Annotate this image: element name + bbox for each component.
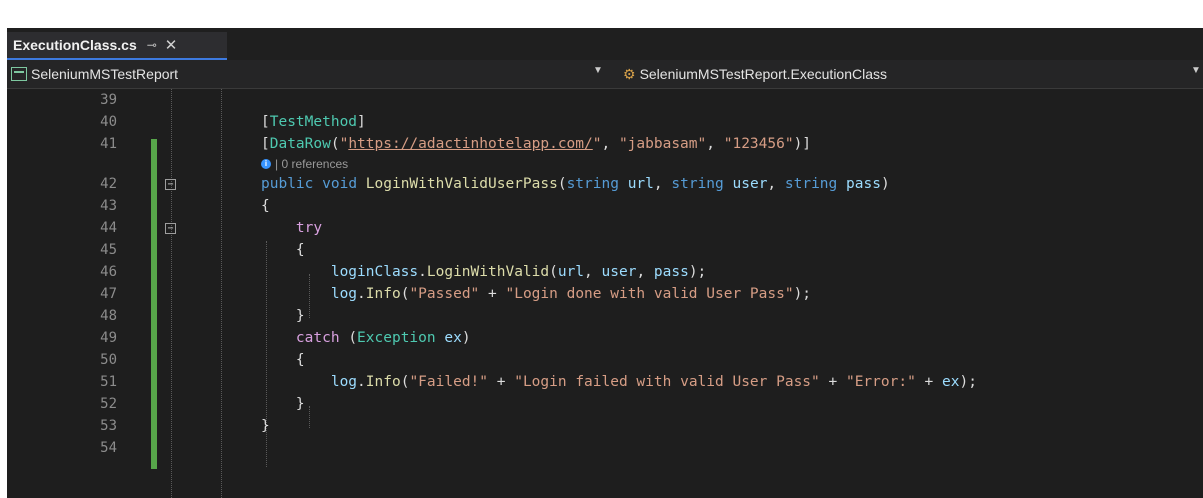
pin-icon[interactable]: ⊸: [147, 38, 157, 52]
line-number: 53: [100, 418, 117, 434]
line-number: 49: [100, 330, 117, 346]
project-dropdown[interactable]: SeleniumMSTestReport: [11, 64, 178, 84]
tab-execution-class[interactable]: ExecutionClass.cs ⊸ ✕: [7, 32, 227, 60]
project-name: SeleniumMSTestReport: [31, 66, 179, 82]
class-icon: ⚙: [623, 65, 636, 82]
line-number: 41: [100, 136, 117, 152]
code-line: 54: [7, 437, 1203, 459]
code-line: 47 log.Info("Passed" + "Login done with …: [7, 283, 1203, 305]
code-text: }: [295, 308, 305, 324]
code-text: {: [295, 242, 305, 258]
line-number: 51: [100, 374, 117, 390]
info-icon: i: [261, 159, 271, 169]
code-text: loginClass.LoginWithValid(url, user, pas…: [330, 264, 707, 280]
line-number: 44: [100, 220, 117, 236]
code-text: }: [261, 418, 270, 434]
code-line: 45 {: [7, 239, 1203, 261]
tab-title: ExecutionClass.cs: [13, 37, 137, 53]
collapse-icon[interactable]: −: [165, 223, 176, 234]
code-text: catch (Exception ex): [295, 330, 471, 346]
line-number: 43: [100, 198, 117, 214]
code-line: 52 }: [7, 393, 1203, 415]
code-line: 51 log.Info("Failed!" + "Login failed wi…: [7, 371, 1203, 393]
collapse-icon[interactable]: −: [165, 179, 176, 190]
code-line: 53 }: [7, 415, 1203, 437]
line-number: 52: [100, 396, 117, 412]
code-line: 50 {: [7, 349, 1203, 371]
code-text: {: [295, 352, 305, 368]
class-dropdown[interactable]: ⚙ SeleniumMSTestReport.ExecutionClass: [623, 64, 887, 84]
code-text: [DataRow("https://adactinhotelapp.com/",…: [261, 136, 812, 152]
code-line: 40 [TestMethod]: [7, 111, 1203, 133]
code-line: 49 catch (Exception ex): [7, 327, 1203, 349]
code-text: log.Info("Failed!" + "Login failed with …: [330, 374, 977, 390]
url-link[interactable]: https://adactinhotelapp.com/: [348, 136, 592, 152]
code-text: log.Info("Passed" + "Login done with val…: [330, 286, 812, 302]
code-text: try: [295, 220, 323, 236]
codelens-references[interactable]: i | 0 references: [261, 155, 348, 173]
project-icon: [11, 67, 27, 81]
line-number: 54: [100, 440, 117, 456]
code-line: 42 − public void LoginWithValidUserPass(…: [7, 173, 1203, 195]
line-number: 42: [100, 176, 117, 192]
code-editor[interactable]: 39 40 [TestMethod] 41 [DataRow("https://…: [7, 89, 1203, 498]
line-number: 47: [100, 286, 117, 302]
code-line: 48 }: [7, 305, 1203, 327]
line-number: 39: [100, 92, 117, 108]
chevron-down-icon[interactable]: ▼: [593, 65, 603, 76]
line-number: 50: [100, 352, 117, 368]
code-text: [TestMethod]: [261, 114, 366, 130]
line-number: 45: [100, 242, 117, 258]
code-text: }: [295, 396, 305, 412]
document-tab-strip: ExecutionClass.cs ⊸ ✕: [7, 28, 1203, 60]
line-number: 46: [100, 264, 117, 280]
code-line: 44 − try: [7, 217, 1203, 239]
close-icon[interactable]: ✕: [165, 36, 178, 54]
code-text: {: [261, 198, 270, 214]
line-number: 40: [100, 114, 117, 130]
references-label: | 0 references: [275, 157, 349, 171]
line-number: 48: [100, 308, 117, 324]
class-path: SeleniumMSTestReport.ExecutionClass: [639, 66, 888, 82]
navigation-bar: SeleniumMSTestReport ▼ ⚙ SeleniumMSTestR…: [7, 60, 1203, 89]
chevron-down-icon[interactable]: ▼: [1191, 65, 1201, 76]
code-line: 46 loginClass.LoginWithValid(url, user, …: [7, 261, 1203, 283]
code-line: 43 {: [7, 195, 1203, 217]
code-line: 41 [DataRow("https://adactinhotelapp.com…: [7, 133, 1203, 155]
code-line: 39: [7, 89, 1203, 111]
code-text: public void LoginWithValidUserPass(strin…: [261, 176, 890, 192]
